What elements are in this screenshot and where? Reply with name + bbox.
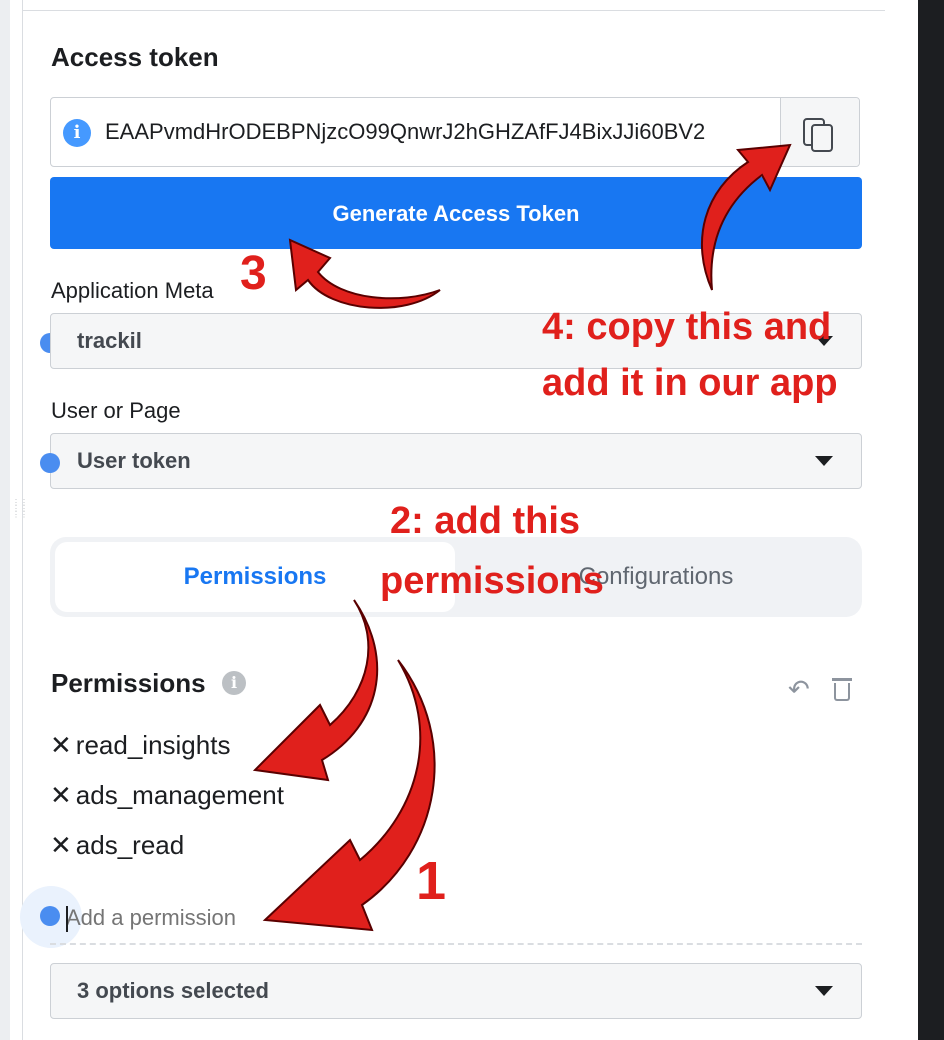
remove-icon[interactable]: ✕ bbox=[50, 780, 72, 810]
permission-label: ads_management bbox=[75, 780, 284, 810]
text-cursor bbox=[66, 906, 68, 932]
panel-divider bbox=[22, 0, 23, 1040]
annotation-step4-line2: add it in our app bbox=[542, 362, 838, 404]
annotation-step2-line2: permissions bbox=[380, 560, 604, 602]
options-summary: 3 options selected bbox=[77, 978, 269, 1003]
application-label: Application Meta bbox=[51, 278, 214, 303]
top-divider bbox=[23, 10, 885, 11]
annotation-step3: 3 bbox=[240, 247, 267, 300]
info-icon[interactable]: i bbox=[222, 671, 246, 695]
resize-handle-icon[interactable]: ⋮⋮ ⋮⋮ ⋮⋮ bbox=[12, 499, 28, 552]
generate-access-token-button[interactable]: Generate Access Token bbox=[50, 177, 862, 249]
application-selected-value: trackil bbox=[77, 328, 142, 353]
trash-icon[interactable] bbox=[832, 678, 852, 701]
arrow-step2 bbox=[252, 599, 379, 782]
undo-icon[interactable]: ↶ bbox=[788, 676, 812, 702]
permissions-title: Permissions bbox=[51, 668, 206, 698]
access-token-value[interactable]: EAAPvmdHrODEBPNjzcO99QnwrJ2hGHZAfFJ4BixJ… bbox=[105, 119, 781, 145]
permission-item: ✕ read_insights bbox=[50, 730, 230, 761]
right-gutter bbox=[885, 0, 918, 1040]
arrow-step1 bbox=[262, 659, 436, 932]
annotation-step4-line1: 4: copy this and bbox=[542, 306, 832, 348]
annotation-step1: 1 bbox=[416, 851, 447, 911]
user-or-page-selected-value: User token bbox=[77, 448, 191, 473]
chevron-down-icon bbox=[815, 456, 833, 466]
remove-icon[interactable]: ✕ bbox=[50, 830, 72, 860]
permission-label: read_insights bbox=[75, 730, 231, 760]
copy-token-button[interactable] bbox=[780, 98, 859, 166]
status-dot bbox=[40, 906, 60, 926]
access-token-title: Access token bbox=[51, 42, 219, 72]
arrow-step3 bbox=[288, 238, 441, 309]
info-icon: i bbox=[63, 119, 91, 147]
user-or-page-label: User or Page bbox=[51, 398, 181, 423]
user-or-page-select[interactable]: User token bbox=[50, 433, 862, 489]
permission-item: ✕ ads_read bbox=[50, 830, 184, 861]
permission-label: ads_read bbox=[75, 830, 185, 860]
left-rail bbox=[0, 0, 10, 1040]
chevron-down-icon bbox=[815, 986, 833, 996]
permissions-select[interactable]: 3 options selected bbox=[50, 963, 862, 1019]
permission-item: ✕ ads_management bbox=[50, 780, 284, 811]
status-dot bbox=[40, 453, 60, 473]
access-token-field[interactable]: i EAAPvmdHrODEBPNjzcO99QnwrJ2hGHZAfFJ4Bi… bbox=[50, 97, 860, 167]
right-edge-bar bbox=[918, 0, 944, 1040]
annotation-step2-line1: 2: add this bbox=[390, 500, 581, 542]
add-permission-input[interactable] bbox=[66, 904, 862, 932]
dashed-divider bbox=[50, 943, 862, 945]
remove-icon[interactable]: ✕ bbox=[50, 730, 72, 760]
copy-icon-front bbox=[811, 124, 833, 152]
